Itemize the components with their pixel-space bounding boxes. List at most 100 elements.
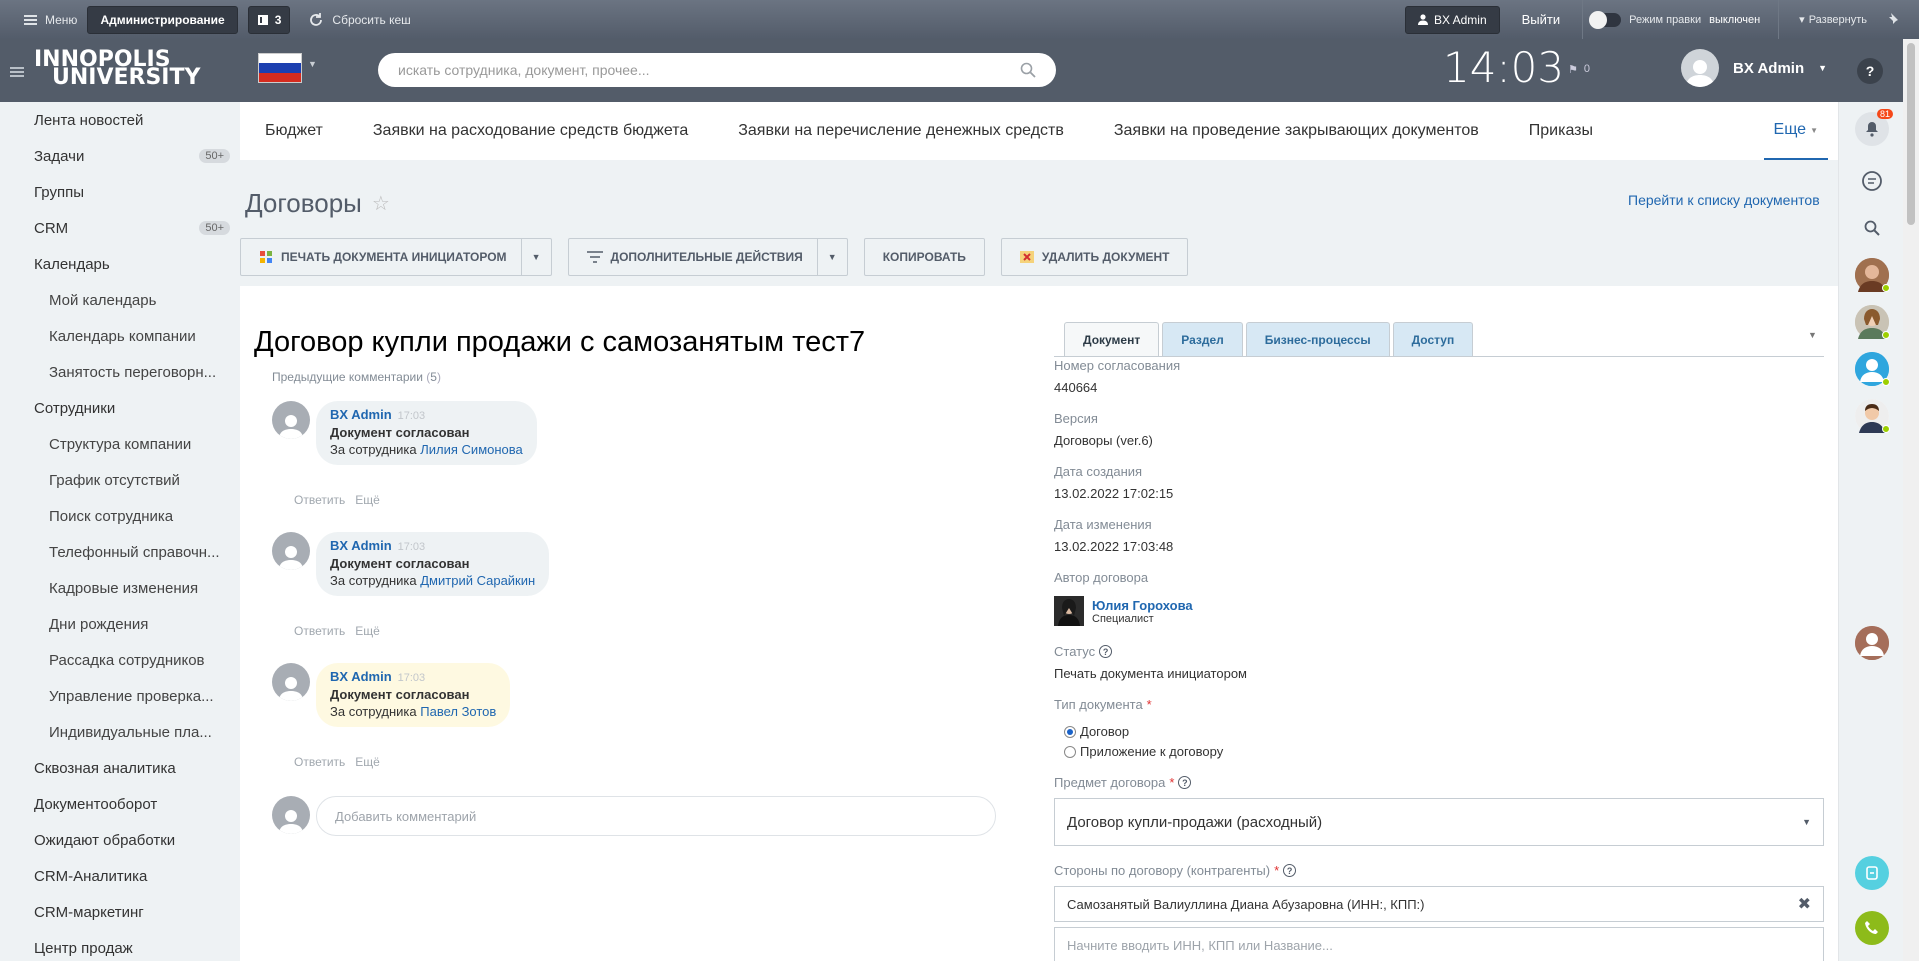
print-dropdown-caret-icon[interactable]: ▼ bbox=[520, 239, 551, 275]
sidebar-item[interactable]: Календарь bbox=[0, 246, 240, 282]
administration-button[interactable]: Администрирование bbox=[87, 5, 238, 34]
sidebar-item[interactable]: Кадровые изменения bbox=[0, 570, 240, 606]
page-scrollbar[interactable] bbox=[1903, 39, 1919, 961]
comment-employee-link[interactable]: Павел Зотов bbox=[420, 704, 496, 719]
reset-cache-button[interactable]: Сбросить кеш bbox=[308, 12, 411, 28]
chevron-down-icon[interactable]: ▼ bbox=[1808, 330, 1817, 340]
sidebar-item[interactable]: Сквозная аналитика bbox=[0, 750, 240, 786]
sidebar-item[interactable]: CRM-Аналитика bbox=[0, 858, 240, 894]
copy-button[interactable]: КОПИРОВАТЬ bbox=[863, 238, 985, 276]
doc-type-option-appendix[interactable]: Приложение к договору bbox=[1064, 744, 1223, 759]
help-icon[interactable]: ? bbox=[1178, 776, 1192, 789]
sidebar-item[interactable]: Ожидают обработки bbox=[0, 822, 240, 858]
comment-employee-link[interactable]: Дмитрий Сарайкин bbox=[420, 573, 535, 588]
search-input[interactable]: искать сотрудника, документ, прочее... bbox=[378, 53, 1056, 87]
sidebar-item[interactable]: Мой календарь bbox=[0, 282, 240, 318]
contact-avatar-3[interactable] bbox=[1855, 352, 1890, 386]
comment-employee-link[interactable]: Лилия Симонова bbox=[420, 442, 523, 457]
contact-center-button[interactable] bbox=[1855, 856, 1889, 890]
language-flag-icon[interactable] bbox=[258, 53, 302, 83]
contact-avatar-4[interactable] bbox=[1855, 399, 1890, 433]
sidebar-item[interactable]: Телефонный справочн... bbox=[0, 534, 240, 570]
scrollbar-thumb[interactable] bbox=[1907, 43, 1915, 225]
pin-icon[interactable] bbox=[1887, 12, 1919, 27]
help-button[interactable]: ? bbox=[1857, 58, 1883, 84]
tab-budget-spending-requests[interactable]: Заявки на расходование средств бюджета bbox=[348, 102, 713, 160]
subject-select[interactable]: Договор купли-продажи (расходный) ▼ bbox=[1054, 798, 1824, 846]
party-field[interactable]: Самозанятый Валиуллина Диана Абузаровна … bbox=[1054, 886, 1824, 922]
sidebar-item[interactable]: Группы bbox=[0, 174, 240, 210]
sidebar-item[interactable]: Рассадка сотрудников bbox=[0, 642, 240, 678]
goto-document-list-link[interactable]: Перейти к списку документов bbox=[1628, 192, 1820, 208]
notes-button[interactable]: 3 bbox=[247, 5, 291, 34]
logout-button[interactable]: Выйти bbox=[1500, 12, 1583, 27]
contact-avatar-5[interactable] bbox=[1855, 626, 1889, 660]
tab-business-processes[interactable]: Бизнес-процессы bbox=[1245, 322, 1390, 356]
sidebar-item[interactable]: Поиск сотрудника bbox=[0, 498, 240, 534]
radio-button[interactable] bbox=[1064, 725, 1076, 738]
logo[interactable]: INNOPOLIS UNIVERSITY bbox=[34, 49, 200, 89]
sidebar-item[interactable]: Занятость переговорн... bbox=[0, 354, 240, 390]
flag-counter[interactable]: ⚑ 0 bbox=[1568, 63, 1590, 76]
more-link[interactable]: Ещё bbox=[355, 493, 380, 507]
language-caret-icon[interactable]: ▼ bbox=[308, 59, 317, 69]
sidebar-item[interactable]: Лента новостей bbox=[0, 102, 240, 138]
reply-link[interactable]: Ответить bbox=[294, 624, 345, 638]
close-icon[interactable]: ✖ bbox=[1798, 894, 1811, 914]
help-icon[interactable]: ? bbox=[1283, 864, 1297, 877]
sidebar-item[interactable]: Структура компании bbox=[0, 426, 240, 462]
contact-avatar-1[interactable] bbox=[1855, 258, 1890, 292]
sidebar-item[interactable]: Сотрудники bbox=[0, 390, 240, 426]
additional-actions-button[interactable]: ДОПОЛНИТЕЛЬНЫЕ ДЕЙСТВИЯ ▼ bbox=[567, 238, 848, 276]
party-search-input[interactable]: Начните вводить ИНН, КПП или Название... bbox=[1054, 927, 1824, 961]
reply-link[interactable]: Ответить bbox=[294, 493, 345, 507]
tab-closing-documents-requests[interactable]: Заявки на проведение закрывающих докумен… bbox=[1089, 102, 1504, 160]
sidebar-item[interactable]: Календарь компании bbox=[0, 318, 240, 354]
toggle-switch[interactable] bbox=[1589, 10, 1622, 29]
tab-document[interactable]: Документ bbox=[1064, 322, 1160, 356]
tab-more[interactable]: Еще ▼ bbox=[1763, 102, 1828, 160]
sidebar-item[interactable]: Центр продаж bbox=[0, 930, 240, 961]
tab-access[interactable]: Доступ bbox=[1392, 322, 1474, 356]
add-comment-input[interactable]: Добавить комментарий bbox=[316, 796, 996, 836]
sidebar-item[interactable]: CRM 50+ bbox=[0, 210, 240, 246]
more-link[interactable]: Ещё bbox=[355, 755, 380, 769]
chat-button[interactable] bbox=[1855, 164, 1889, 198]
edit-mode-toggle[interactable]: Режим правки выключен bbox=[1582, 0, 1778, 39]
print-document-button[interactable]: ПЕЧАТЬ ДОКУМЕНТА ИНИЦИАТОРОМ ▼ bbox=[240, 238, 552, 276]
search-icon[interactable] bbox=[1020, 62, 1036, 78]
reply-link[interactable]: Ответить bbox=[294, 755, 345, 769]
previous-comments-link[interactable]: Предыдущие комментарии (5) bbox=[272, 370, 441, 384]
admin-user-button[interactable]: BX Admin bbox=[1404, 5, 1500, 34]
sidebar-item[interactable]: Индивидуальные пла... bbox=[0, 714, 240, 750]
star-icon[interactable]: ☆ bbox=[372, 191, 390, 216]
sidebar-item[interactable]: Дни рождения bbox=[0, 606, 240, 642]
sidebar-item[interactable]: Документооборот bbox=[0, 786, 240, 822]
notifications-button[interactable]: 81 bbox=[1855, 109, 1893, 146]
help-icon[interactable]: ? bbox=[1099, 645, 1113, 658]
contact-avatar-2[interactable] bbox=[1855, 305, 1890, 339]
doc-type-option-contract[interactable]: Договор bbox=[1064, 724, 1129, 739]
search-button[interactable] bbox=[1855, 211, 1889, 245]
more-link[interactable]: Ещё bbox=[355, 624, 380, 638]
tab-money-transfer-requests[interactable]: Заявки на перечисление денежных средств bbox=[713, 102, 1089, 160]
radio-button[interactable] bbox=[1064, 745, 1076, 758]
sidebar-item[interactable]: CRM-маркетинг bbox=[0, 894, 240, 930]
sidebar-item[interactable]: Задачи 50+ bbox=[0, 138, 240, 174]
tab-orders[interactable]: Приказы bbox=[1504, 102, 1618, 160]
sidebar-toggle-icon[interactable] bbox=[10, 67, 24, 77]
delete-document-button[interactable]: УДАЛИТЬ ДОКУМЕНТ bbox=[1000, 238, 1189, 276]
expand-button[interactable]: ▾ Развернуть bbox=[1778, 0, 1887, 39]
phone-button[interactable] bbox=[1855, 911, 1889, 945]
header-user-menu[interactable]: BX Admin ▼ bbox=[1681, 49, 1827, 87]
tab-budget[interactable]: Бюджет bbox=[240, 102, 348, 160]
actions-dropdown-caret-icon[interactable]: ▼ bbox=[816, 239, 847, 275]
admin-menu-button[interactable]: Меню bbox=[0, 0, 87, 39]
clock[interactable]: 14:03 bbox=[1443, 43, 1564, 92]
tab-section[interactable]: Раздел bbox=[1162, 322, 1243, 356]
comment-author-link[interactable]: BX Admin bbox=[330, 669, 392, 684]
author-name-link[interactable]: Юлия Горохова bbox=[1092, 598, 1193, 613]
comment-author-link[interactable]: BX Admin bbox=[330, 407, 392, 422]
sidebar-item[interactable]: График отсутствий bbox=[0, 462, 240, 498]
sidebar-item[interactable]: Управление проверка... bbox=[0, 678, 240, 714]
